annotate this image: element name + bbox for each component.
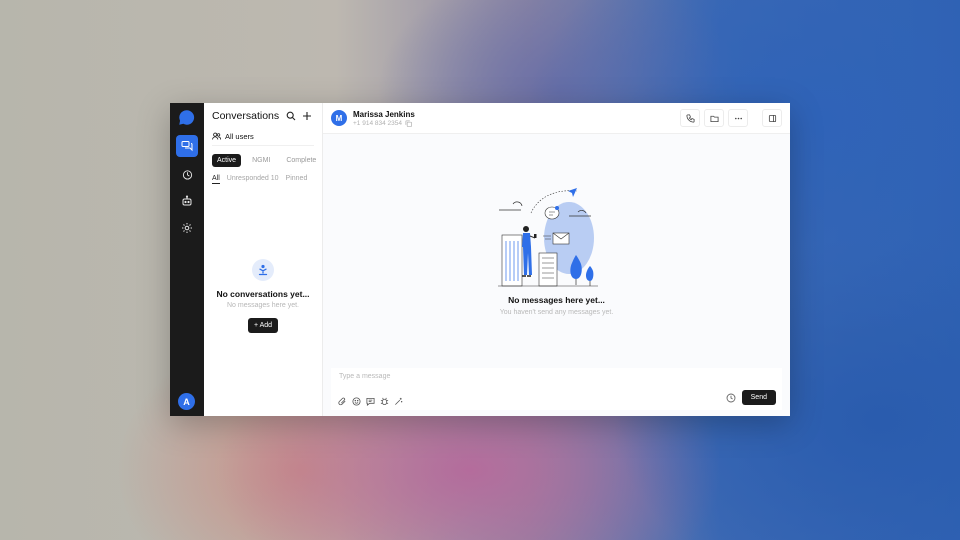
- tab-pinned[interactable]: Pinned: [286, 175, 308, 184]
- clock-chart-icon: [182, 169, 192, 180]
- toggle-sidebar-button[interactable]: [762, 109, 782, 127]
- empty-messages-state: No messages here yet... You haven't send…: [323, 295, 790, 316]
- chat-header-actions: [680, 109, 782, 127]
- tab-active[interactable]: Active: [212, 154, 242, 167]
- emoji-button[interactable]: [351, 396, 361, 406]
- send-button[interactable]: Send: [741, 390, 776, 405]
- more-horizontal-icon: [734, 117, 742, 119]
- rail-item-settings[interactable]: [176, 217, 198, 239]
- rail-item-bot[interactable]: [176, 190, 198, 212]
- message-input[interactable]: [337, 372, 641, 381]
- filter-tabs: All Unresponded 10 Pinned: [212, 175, 322, 184]
- message-square-icon: [365, 397, 375, 406]
- ai-assist-button[interactable]: [393, 396, 403, 406]
- plus-icon: [303, 112, 311, 120]
- gear-icon: [182, 223, 192, 233]
- call-button[interactable]: [680, 109, 700, 127]
- composer-actions: Send: [726, 390, 776, 405]
- empty-conversations-state: No conversations yet... No messages here…: [204, 259, 322, 333]
- robot-icon: [182, 195, 192, 206]
- conversations-icon: [181, 141, 193, 152]
- attach-button[interactable]: [337, 396, 347, 406]
- bug-icon: [380, 397, 388, 405]
- empty-state-badge: [252, 259, 274, 281]
- search-button[interactable]: [284, 109, 298, 123]
- new-conversation-button[interactable]: [300, 109, 314, 123]
- contact-phone: +1 914 834 2354: [353, 119, 402, 127]
- chat-bubble-logo-icon[interactable]: [178, 109, 195, 126]
- more-options-button[interactable]: [728, 109, 748, 127]
- paperclip-icon: [337, 397, 345, 405]
- chat-header: M Marissa Jenkins +1 914 834 2354: [323, 103, 790, 134]
- list-header: Conversations: [204, 103, 322, 129]
- users-icon: [212, 132, 221, 140]
- empty-conversations-title: No conversations yet...: [216, 289, 310, 299]
- empty-messages-title: No messages here yet...: [508, 295, 605, 305]
- empty-messages-subtitle: You haven't send any messages yet.: [499, 309, 614, 316]
- contact-info: Marissa Jenkins +1 914 834 2354: [353, 110, 680, 127]
- person-meditating-icon: [258, 264, 268, 276]
- conversation-list-panel: Conversations All users Active NGMI Comp…: [204, 103, 323, 416]
- search-icon: [286, 111, 296, 121]
- user-avatar[interactable]: A: [178, 393, 195, 410]
- composer-toolbar: [337, 396, 403, 406]
- tab-unresponded[interactable]: Unresponded 10: [227, 175, 279, 184]
- status-tabs: Active NGMI Complete: [212, 154, 322, 167]
- folder-icon: [709, 115, 719, 122]
- smiley-icon: [351, 396, 361, 406]
- app-rail: A: [170, 103, 204, 416]
- app-window: A Conversations All users Active NGMI Co…: [170, 103, 790, 416]
- tab-ngmi[interactable]: NGMI: [247, 154, 275, 167]
- rail-item-analytics[interactable]: [176, 163, 198, 185]
- bot-button[interactable]: [379, 396, 389, 406]
- empty-conversations-subtitle: No messages here yet.: [227, 302, 299, 309]
- quick-reply-button[interactable]: [365, 396, 375, 406]
- contact-avatar[interactable]: M: [331, 110, 347, 126]
- chat-panel: M Marissa Jenkins +1 914 834 2354 No mes…: [323, 103, 790, 416]
- copy-icon[interactable]: [405, 120, 412, 127]
- tab-complete[interactable]: Complete: [281, 154, 321, 167]
- contact-name: Marissa Jenkins: [353, 109, 415, 119]
- message-composer: Send: [331, 368, 782, 410]
- users-filter-dropdown[interactable]: All users: [212, 129, 314, 146]
- users-filter-label: All users: [225, 131, 254, 141]
- tab-all[interactable]: All: [212, 175, 220, 184]
- empty-chat-illustration: [498, 188, 598, 287]
- phone-icon: [685, 113, 695, 123]
- folder-button[interactable]: [704, 109, 724, 127]
- schedule-clock-icon[interactable]: [726, 393, 736, 403]
- rail-item-conversations[interactable]: [176, 135, 198, 157]
- sidebar-panel-icon: [768, 114, 776, 122]
- magic-wand-icon: [394, 397, 402, 405]
- add-conversation-button[interactable]: + Add: [247, 318, 279, 333]
- contact-phone-row: +1 914 834 2354: [353, 120, 680, 127]
- list-title: Conversations: [212, 110, 280, 122]
